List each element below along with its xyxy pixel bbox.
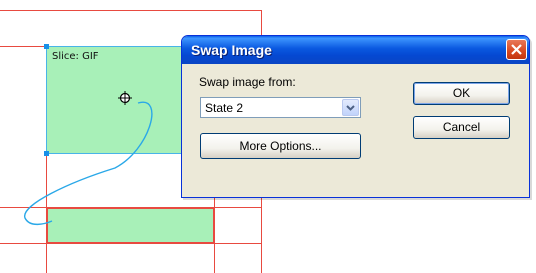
cancel-label: Cancel xyxy=(442,120,481,134)
ok-button[interactable]: OK xyxy=(413,82,510,105)
close-button[interactable] xyxy=(506,39,527,60)
cancel-button[interactable]: Cancel xyxy=(413,116,510,139)
swap-image-dialog: Swap Image Swap image from: State 2 OK C… xyxy=(181,35,530,198)
dialog-title: Swap Image xyxy=(191,42,272,58)
ok-label: OK xyxy=(452,86,471,100)
swap-from-select[interactable]: State 2 xyxy=(200,97,361,118)
dialog-titlebar[interactable]: Swap Image xyxy=(182,36,529,64)
swap-from-label: Swap image from: xyxy=(199,75,296,89)
dialog-body: Swap image from: State 2 OK Cancel More … xyxy=(185,64,526,194)
selected-state: State 2 xyxy=(205,101,244,115)
chevron-down-icon xyxy=(346,105,355,111)
more-options-label: More Options... xyxy=(239,139,322,153)
close-icon xyxy=(511,44,522,55)
more-options-button[interactable]: More Options... xyxy=(200,133,361,159)
dropdown-button[interactable] xyxy=(342,99,359,116)
behavior-target-icon[interactable] xyxy=(118,91,132,105)
